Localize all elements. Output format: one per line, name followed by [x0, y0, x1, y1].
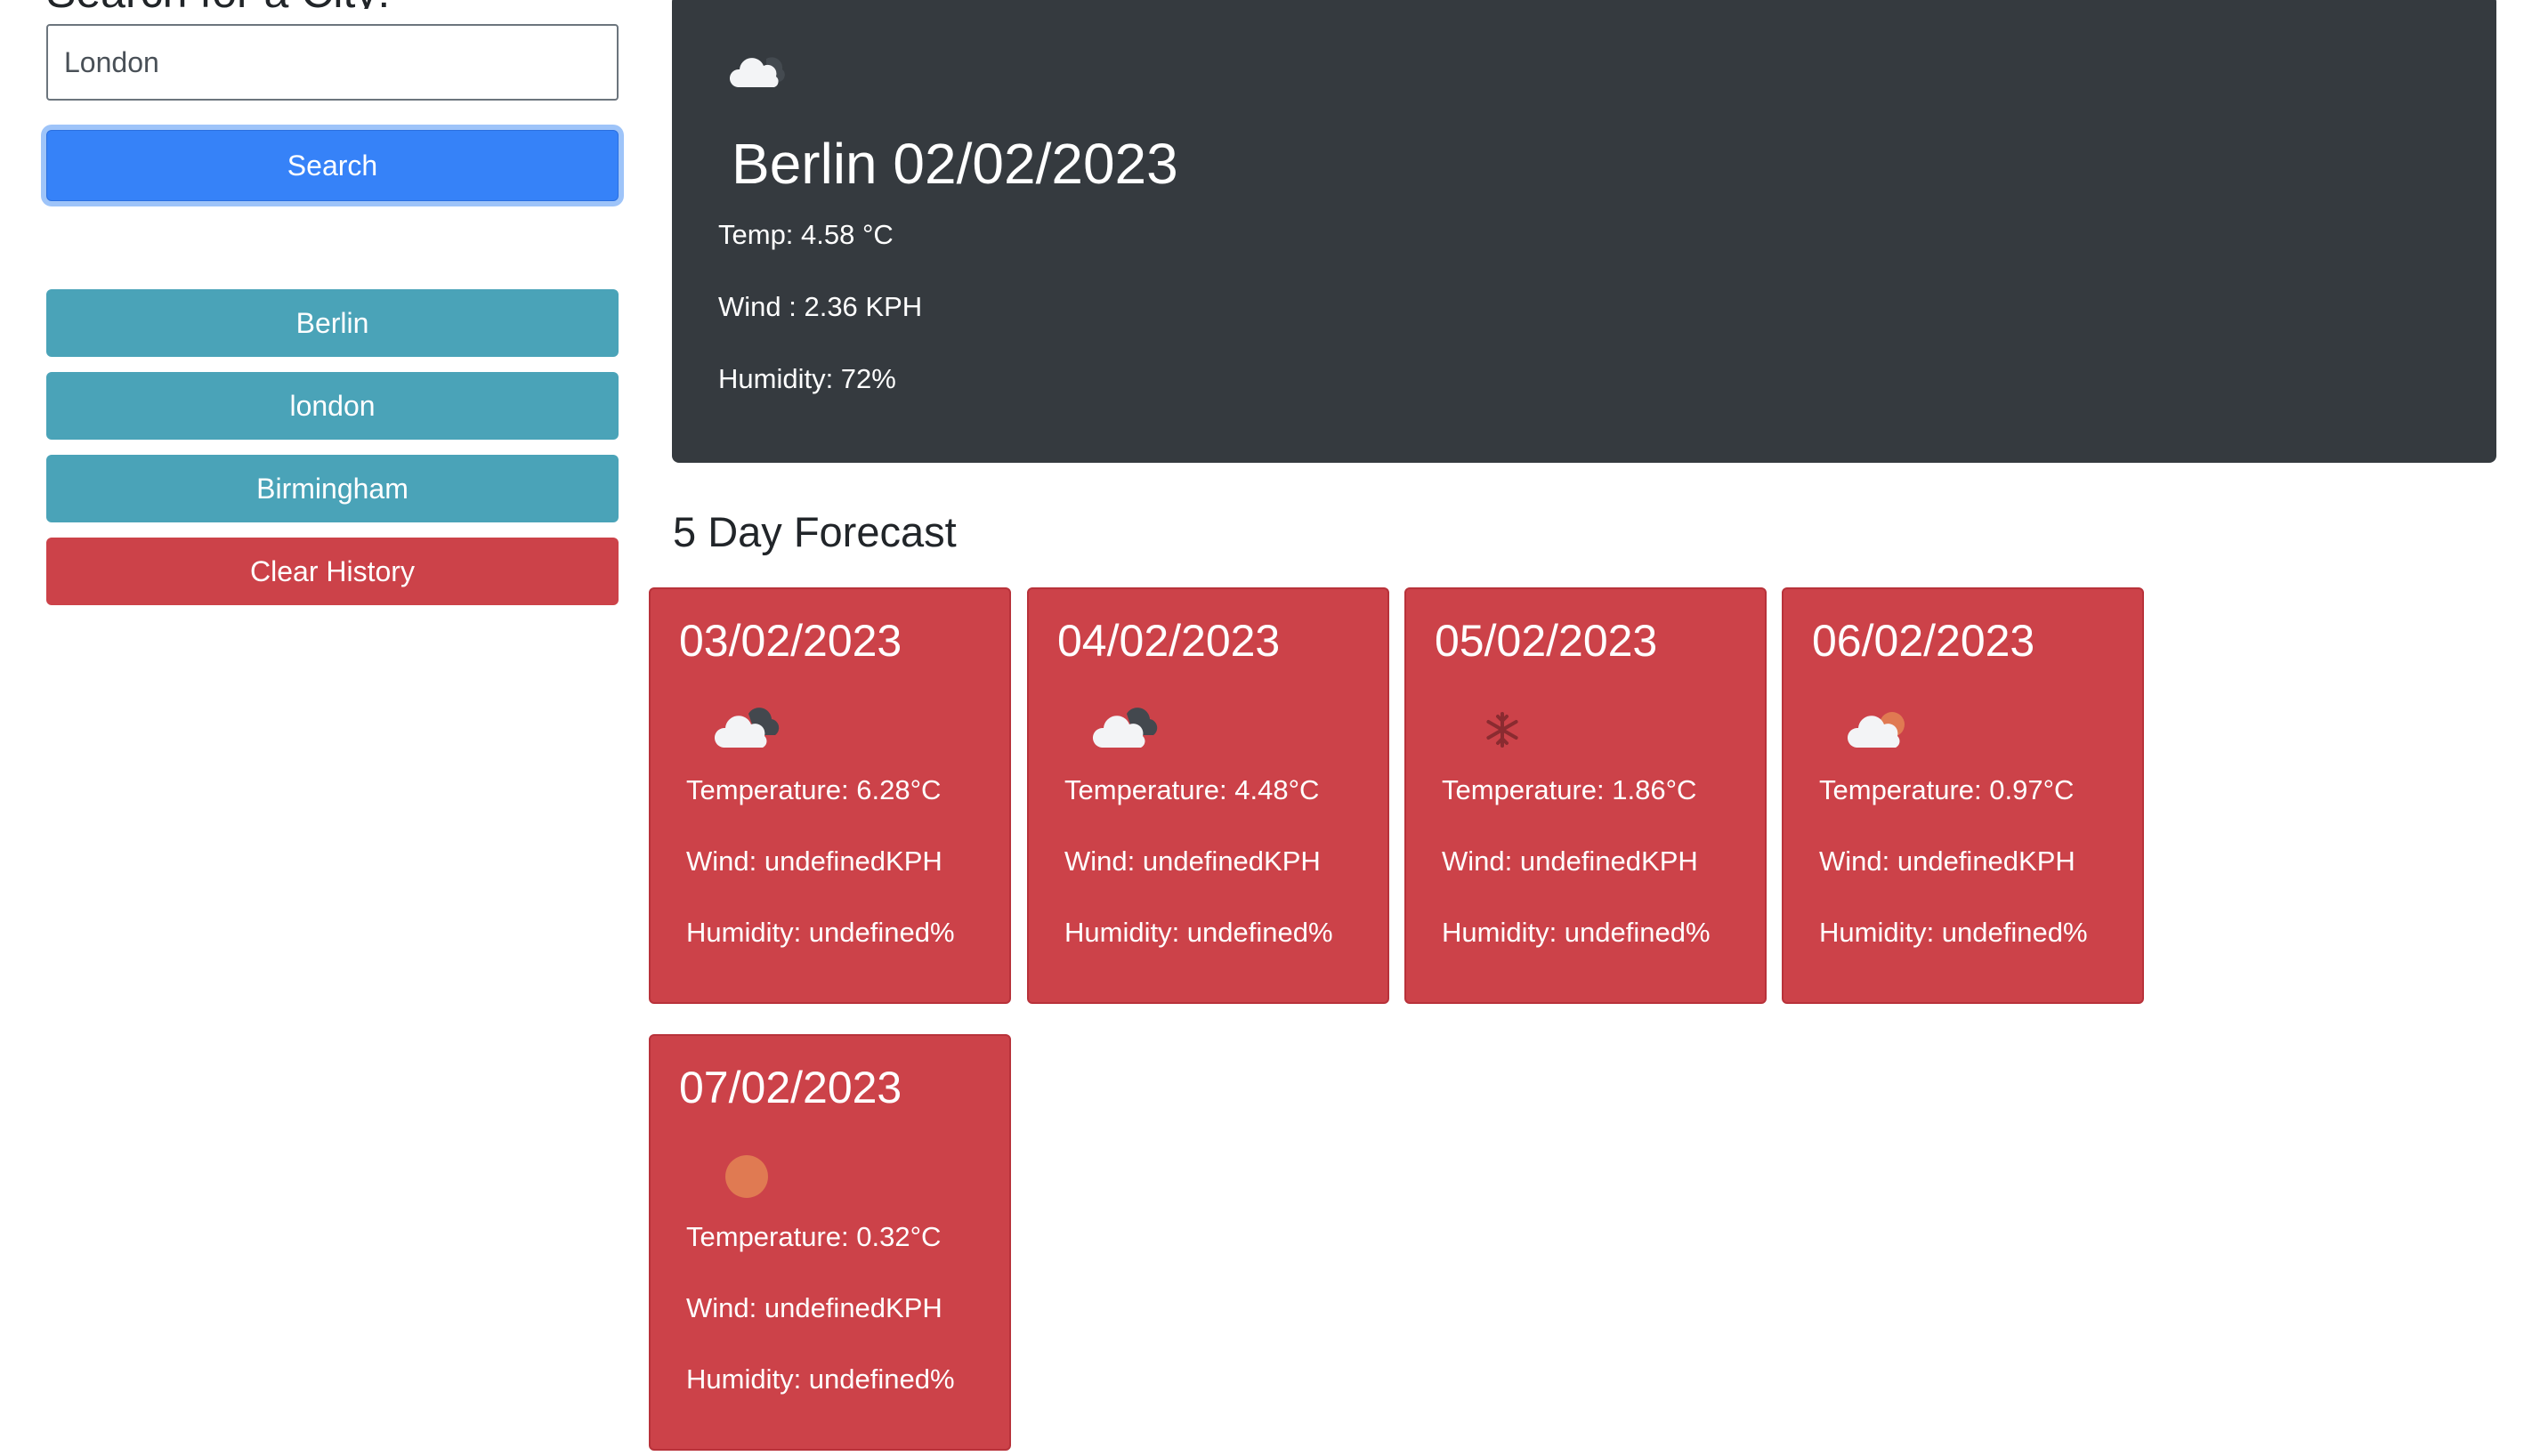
forecast-wind: Wind: undefinedKPH	[686, 845, 942, 877]
forecast-card: 05/02/2023 Temperature: 1.86°C Wind: und…	[1404, 587, 1767, 1004]
forecast-wind: Wind: undefinedKPH	[1064, 845, 1321, 877]
forecast-date: 04/02/2023	[1057, 616, 1281, 666]
clear-history-button[interactable]: Clear History	[46, 538, 619, 605]
cloud-icon	[727, 48, 789, 93]
forecast-heading: 5 Day Forecast	[673, 508, 957, 555]
forecast-card: 04/02/2023 Temperature: 4.48°C Wind: und…	[1027, 587, 1389, 1004]
forecast-temp: Temperature: 0.32°C	[686, 1221, 942, 1252]
forecast-temp: Temperature: 0.97°C	[1819, 774, 2075, 805]
forecast-date: 05/02/2023	[1435, 616, 1658, 666]
current-wind: Wind : 2.36 KPH	[718, 291, 923, 322]
forecast-date: 06/02/2023	[1812, 616, 2035, 666]
forecast-humidity: Humidity: undefined%	[1819, 917, 2088, 948]
forecast-humidity: Humidity: undefined%	[1442, 917, 1711, 948]
forecast-wind: Wind: undefinedKPH	[1819, 845, 2075, 877]
forecast-temp: Temperature: 6.28°C	[686, 774, 942, 805]
cloud-overcast-icon	[1091, 705, 1159, 755]
current-weather-panel: Berlin 02/02/2023 Temp: 4.58 °C Wind : 2…	[672, 0, 2496, 463]
forecast-humidity: Humidity: undefined%	[1064, 917, 1333, 948]
forecast-wind: Wind: undefinedKPH	[686, 1292, 942, 1323]
current-temp: Temp: 4.58 °C	[718, 219, 894, 250]
forecast-card: 07/02/2023 Temperature: 0.32°C Wind: und…	[649, 1034, 1011, 1451]
forecast-date: 07/02/2023	[679, 1063, 902, 1112]
sun-icon	[713, 1152, 781, 1201]
search-input[interactable]	[46, 24, 619, 101]
search-button[interactable]: Search	[46, 130, 619, 201]
history-button-london[interactable]: london	[46, 372, 619, 440]
cloud-overcast-icon	[713, 705, 781, 755]
cloud-sun-icon	[1846, 705, 1913, 755]
history-button-berlin[interactable]: Berlin	[46, 289, 619, 357]
forecast-wind: Wind: undefinedKPH	[1442, 845, 1698, 877]
current-humidity: Humidity: 72%	[718, 363, 896, 394]
forecast-humidity: Humidity: undefined%	[686, 1363, 955, 1395]
forecast-temp: Temperature: 1.86°C	[1442, 774, 1697, 805]
current-city-date: Berlin 02/02/2023	[732, 132, 1178, 196]
forecast-temp: Temperature: 4.48°C	[1064, 774, 1320, 805]
forecast-date: 03/02/2023	[679, 616, 902, 666]
forecast-card: 06/02/2023 Temperature: 0.97°C Wind: und…	[1782, 587, 2144, 1004]
history-button-birmingham[interactable]: Birmingham	[46, 455, 619, 522]
snowflake-icon	[1468, 705, 1536, 755]
forecast-humidity: Humidity: undefined%	[686, 917, 955, 948]
forecast-card: 03/02/2023 Temperature: 6.28°C Wind: und…	[649, 587, 1011, 1004]
sidebar-heading-text: Search for a City:	[46, 0, 625, 9]
sidebar-heading: Search for a City:	[46, 0, 625, 9]
